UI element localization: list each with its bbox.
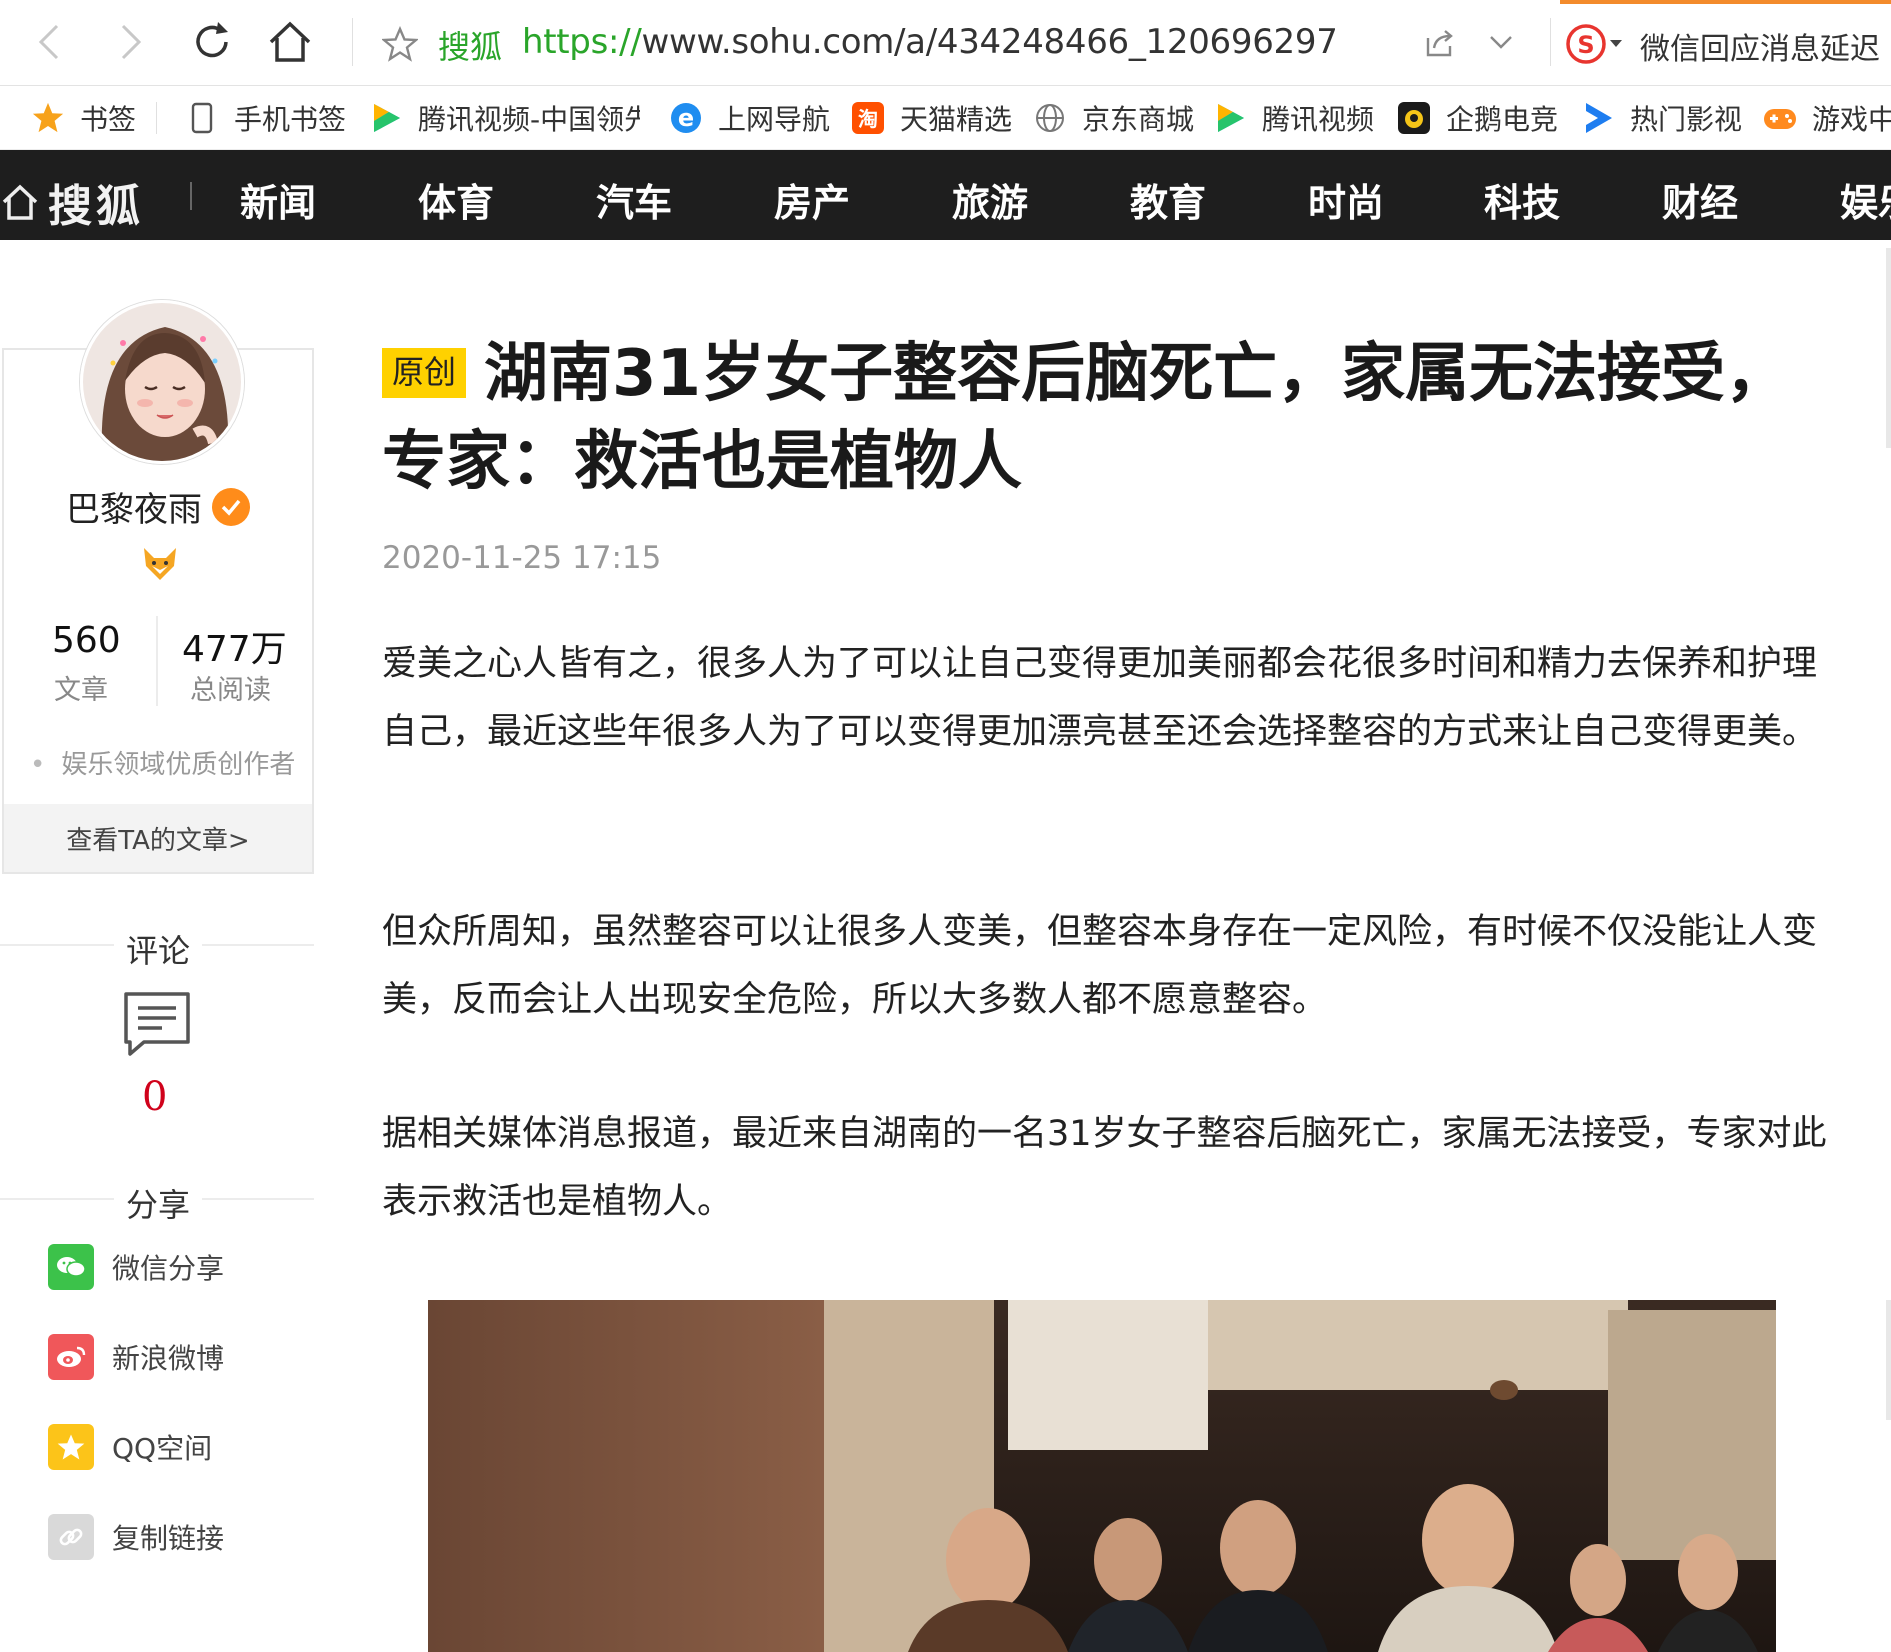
share-title: 分享: [114, 1180, 203, 1226]
author-honor: 娱乐领域优质创作者: [30, 744, 295, 781]
nav-item-auto[interactable]: 汽车: [596, 172, 672, 227]
share-qzone-button[interactable]: QQ空间: [48, 1424, 212, 1470]
publish-date: 2020-11-25 17:15: [382, 540, 662, 576]
articles-label: 文章: [54, 675, 108, 706]
articles-count: 560: [52, 620, 121, 661]
chevron-down-icon[interactable]: [1488, 34, 1514, 54]
tab-accent-line: [1560, 0, 1891, 4]
nav-item-sports[interactable]: 体育: [418, 172, 494, 227]
back-button[interactable]: [24, 16, 76, 68]
tencent-video-icon: [368, 100, 404, 136]
nav-item-news[interactable]: 新闻: [240, 172, 316, 227]
author-avatar[interactable]: [80, 300, 244, 464]
sohu-logo[interactable]: 搜狐: [0, 170, 144, 234]
nav-item-finance[interactable]: 财经: [1662, 172, 1738, 227]
ie-icon: e: [668, 100, 704, 136]
share-wechat-button[interactable]: 微信分享: [48, 1244, 224, 1290]
toolbar-divider: [352, 18, 353, 66]
stat-divider: [156, 616, 158, 706]
bookmark-item[interactable]: 腾讯视频: [1212, 98, 1374, 138]
gamepad-icon: [1762, 100, 1798, 136]
view-author-articles-button[interactable]: 查看TA的文章>: [4, 804, 312, 872]
share-qzone-label: QQ空间: [112, 1432, 213, 1465]
wechat-icon: [48, 1244, 94, 1290]
article-paragraph: 据相关媒体消息报道，最近来自湖南的一名31岁女子整容后脑死亡，家属无法接受，专家…: [382, 1114, 1827, 1222]
article-photo[interactable]: [428, 1300, 1776, 1652]
nav-item-entertainment[interactable]: 娱乐: [1840, 172, 1891, 227]
bookmark-star-icon[interactable]: [380, 25, 420, 66]
nav-item-travel[interactable]: 旅游: [952, 172, 1028, 227]
bookmarks-bar: 书签 手机书签 腾讯视频-中国领先 e 上网导航 淘 天猫精选 京东商城 腾讯视…: [0, 86, 1891, 150]
bookmark-item[interactable]: e 上网导航: [668, 98, 830, 138]
link-icon: [48, 1514, 94, 1560]
reload-icon: [196, 22, 228, 58]
share-page-icon[interactable]: [1424, 28, 1456, 62]
sohu-channel-nav: 搜狐 新闻 体育 汽车 房产 旅游 教育 时尚 科技 财经 娱乐: [0, 150, 1891, 240]
globe-icon: [1032, 100, 1068, 136]
share-wechat-label: 微信分享: [112, 1252, 225, 1285]
bookmark-item[interactable]: 京东商城: [1032, 98, 1194, 138]
star-icon: [30, 100, 66, 136]
verified-badge-icon: [212, 488, 250, 526]
fox-badge-icon: [140, 546, 180, 586]
svg-text:淘: 淘: [858, 107, 878, 131]
bookmark-item[interactable]: 腾讯视频-中国领先: [368, 98, 640, 138]
home-icon: [2, 184, 38, 220]
play-icon: [1580, 100, 1616, 136]
toolbar-divider: [1550, 18, 1551, 66]
url-field[interactable]: https://www.sohu.com/a/434248466_1206962…: [522, 22, 1338, 62]
weibo-icon: [48, 1334, 94, 1380]
article-title-block: 原创 湖南31岁女子整容后脑死亡，家属无法接受，专家：救活也是植物人: [382, 330, 1832, 506]
bookmark-item[interactable]: 书签: [30, 98, 136, 138]
bookmark-item[interactable]: 手机书签: [184, 98, 346, 138]
article-paragraph: 爱美之心人皆有之，很多人为了可以让自己变得更加美丽都会花很多时间和精力去保养和护…: [382, 644, 1818, 752]
forward-arrow-icon: [121, 24, 142, 60]
bookmark-item[interactable]: 淘 天猫精选: [850, 98, 1012, 138]
sohu-logo-text: 搜狐: [48, 181, 144, 232]
tencent-video-icon: [1212, 100, 1248, 136]
url-path: www.sohu.com/a/434248466_120696297: [641, 22, 1338, 62]
taobao-icon: 淘: [850, 100, 886, 136]
nav-item-fashion[interactable]: 时尚: [1308, 172, 1384, 227]
nav-divider: [190, 182, 192, 210]
author-name[interactable]: 巴黎夜雨: [66, 482, 202, 531]
caret-down-icon[interactable]: [1610, 40, 1622, 47]
svg-text:e: e: [678, 104, 694, 132]
qzone-star-icon: [48, 1424, 94, 1470]
back-arrow-icon: [38, 24, 59, 60]
url-scheme: https://: [522, 22, 642, 62]
nav-item-tech[interactable]: 科技: [1484, 172, 1560, 227]
comment-title: 评论: [114, 926, 203, 972]
bookmark-item[interactable]: 游戏中: [1762, 98, 1891, 138]
original-badge: 原创: [382, 348, 467, 398]
browser-address-bar: 搜狐 https://www.sohu.com/a/434248466_1206…: [0, 0, 1891, 86]
copy-link-button[interactable]: 复制链接: [48, 1514, 224, 1560]
reload-button[interactable]: [186, 16, 238, 68]
copy-link-label: 复制链接: [112, 1522, 225, 1555]
page-edge-rail: [1886, 0, 1891, 1652]
home-icon: [269, 21, 311, 62]
site-identity: 搜狐: [438, 28, 503, 66]
comment-icon[interactable]: [122, 990, 192, 1062]
forward-button[interactable]: [104, 16, 156, 68]
reads-label: 总阅读: [190, 675, 271, 706]
bookmark-item[interactable]: 热门影视: [1580, 98, 1742, 138]
penguin-esports-icon: [1396, 100, 1432, 136]
nav-item-house[interactable]: 房产: [774, 172, 850, 227]
share-weibo-button[interactable]: 新浪微博: [48, 1334, 224, 1380]
article-title: 湖南31岁女子整容后脑死亡，家属无法接受，专家：救活也是植物人: [382, 337, 1790, 499]
sogou-search-icon[interactable]: S: [1566, 24, 1606, 64]
phone-icon: [184, 100, 220, 136]
home-button[interactable]: [264, 16, 316, 68]
bookmark-item[interactable]: 企鹅电竞: [1396, 98, 1558, 138]
nav-item-education[interactable]: 教育: [1130, 172, 1206, 227]
hot-news-link[interactable]: 微信回应消息延迟: [1640, 24, 1880, 68]
share-weibo-label: 新浪微博: [112, 1342, 225, 1375]
bookmark-divider: [156, 102, 157, 134]
article-paragraph: 但众所周知，虽然整容可以让很多人变美，但整容本身存在一定风险，有时候不仅没能让人…: [382, 912, 1818, 1020]
comment-count[interactable]: 0: [142, 1074, 167, 1120]
reads-count: 477万: [182, 629, 287, 670]
svg-text:S: S: [1577, 31, 1594, 59]
